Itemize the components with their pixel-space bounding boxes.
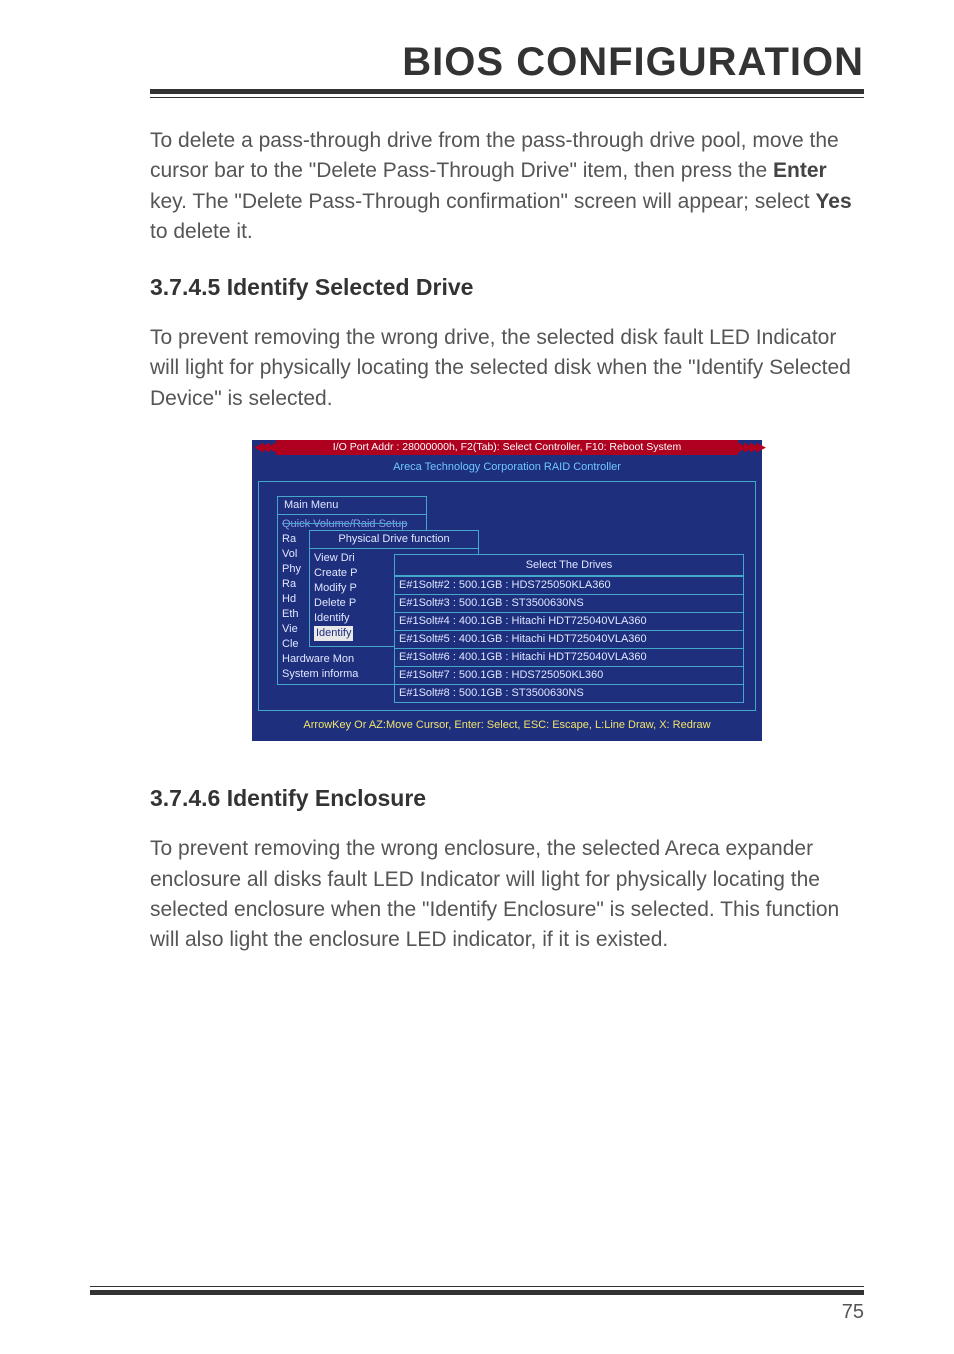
text-seg: To delete a pass-through drive from the … — [150, 129, 839, 182]
bios-top-bar: I/O Port Addr : 28000000h, F2(Tab): Sele… — [276, 440, 738, 455]
bios-body: Main Menu Quick Volume/Raid Setup Ra Vol… — [258, 481, 756, 711]
rule-thick — [150, 89, 864, 94]
heading-identify-enclosure: 3.7.4.6 Identify Enclosure — [150, 785, 864, 812]
menu-item-identify-selected[interactable]: Identify — [314, 626, 353, 641]
paragraph-delete-passthrough: To delete a pass-through drive from the … — [150, 126, 864, 248]
drive-row[interactable]: E#1Solt#2 : 500.1GB : HDS725050KLA360 — [395, 576, 743, 594]
drive-row[interactable]: E#1Solt#8 : 500.1GB : ST3500630NS — [395, 684, 743, 702]
scroll-left-icon: ◀◀◀◀ — [252, 440, 276, 455]
footer-rule-thin — [90, 1286, 864, 1287]
panel-select-drives: Select The Drives E#1Solt#2 : 500.1GB : … — [394, 554, 744, 703]
bios-subtitle: Areca Technology Corporation RAID Contro… — [252, 458, 762, 481]
page-number: 75 — [90, 1301, 864, 1324]
drive-row[interactable]: E#1Solt#3 : 500.1GB : ST3500630NS — [395, 594, 743, 612]
paragraph-identify-drive: To prevent removing the wrong drive, the… — [150, 323, 864, 414]
scroll-right-icon: ▶▶▶▶ — [738, 440, 762, 455]
text-bold-yes: Yes — [815, 190, 851, 213]
text-seg: key. The "Delete Pass-Through confirmati… — [150, 190, 815, 213]
text-seg: to delete it. — [150, 220, 253, 243]
bios-screenshot: ◀◀◀◀ I/O Port Addr : 28000000h, F2(Tab):… — [252, 440, 762, 741]
rule-thin — [150, 97, 864, 98]
drive-row[interactable]: E#1Solt#5 : 400.1GB : Hitachi HDT725040V… — [395, 630, 743, 648]
drive-row[interactable]: E#1Solt#6 : 400.1GB : Hitachi HDT725040V… — [395, 648, 743, 666]
text-bold-enter: Enter — [773, 159, 827, 182]
footer-rule-thick — [90, 1290, 864, 1295]
panel-title-pdfunc: Physical Drive function — [310, 531, 478, 549]
drive-row[interactable]: E#1Solt#4 : 400.1GB : Hitachi HDT725040V… — [395, 612, 743, 630]
bios-footer-hint: ArrowKey Or AZ:Move Cursor, Enter: Selec… — [252, 711, 762, 735]
panel-title-select-drives: Select The Drives — [395, 555, 743, 576]
heading-identify-selected-drive: 3.7.4.5 Identify Selected Drive — [150, 274, 864, 301]
panel-title-main-menu: Main Menu — [278, 497, 426, 515]
page-title: BIOS CONFIGURATION — [150, 40, 864, 85]
paragraph-identify-enclosure: To prevent removing the wrong enclosure,… — [150, 834, 864, 956]
drive-row[interactable]: E#1Solt#7 : 500.1GB : HDS725050KL360 — [395, 666, 743, 684]
